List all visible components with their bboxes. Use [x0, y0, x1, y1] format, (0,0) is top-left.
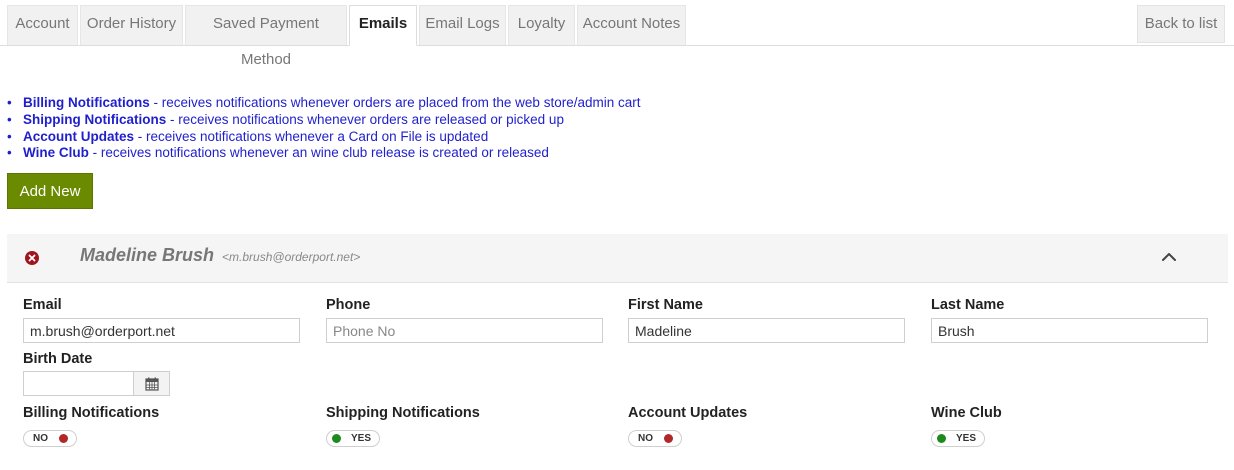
- legend-item-billing: • Billing Notifications - receives notifi…: [7, 95, 640, 112]
- phone-field[interactable]: [326, 318, 603, 343]
- delete-contact-icon[interactable]: [25, 251, 39, 265]
- calendar-button[interactable]: [133, 371, 170, 396]
- bullet-icon: •: [7, 95, 12, 110]
- first-name-field[interactable]: [628, 318, 905, 343]
- toggle-dot-icon: [937, 434, 946, 443]
- shipping-notifications-toggle[interactable]: YES: [326, 430, 380, 447]
- legend-term: Billing Notifications: [23, 95, 150, 110]
- first-name-label: First Name: [628, 297, 703, 313]
- shipping-notifications-label: Shipping Notifications: [326, 405, 480, 421]
- legend-item-wine-club: • Wine Club - receives notifications when…: [7, 145, 640, 162]
- tab-saved-payment-method[interactable]: Saved Payment Method: [185, 5, 347, 68]
- toggle-state: YES: [956, 433, 977, 444]
- phone-label: Phone: [326, 297, 371, 313]
- chevron-up-icon[interactable]: [1160, 250, 1178, 264]
- legend-term: Shipping Notifications: [23, 111, 167, 127]
- tab-bar: Account Order History Saved Payment Meth…: [0, 0, 1234, 68]
- billing-notifications-label: Billing Notifications: [23, 405, 160, 421]
- tab-email-logs[interactable]: Email Logs: [419, 5, 506, 45]
- account-updates-label: Account Updates: [628, 405, 748, 421]
- legend-desc: - receives notifications whenever an win…: [88, 145, 549, 161]
- toggle-dot-icon: [59, 434, 68, 443]
- tab-order-history[interactable]: Order History: [80, 5, 183, 45]
- email-label: Email: [23, 297, 62, 313]
- birth-date-field[interactable]: [23, 371, 134, 396]
- tab-divider: [0, 45, 1234, 46]
- legend-item-account: • Account Updates - receives notification…: [7, 129, 640, 146]
- account-updates-toggle[interactable]: NO: [628, 430, 682, 447]
- birth-date-label: Birth Date: [23, 351, 93, 367]
- wine-club-label: Wine Club: [931, 405, 1002, 421]
- last-name-field[interactable]: [931, 318, 1208, 343]
- notification-legend: • Billing Notifications - receives notifi…: [7, 95, 640, 162]
- tab-loyalty[interactable]: Loyalty: [508, 5, 575, 45]
- contact-email-display: <m.brush@orderport.net>: [222, 250, 361, 264]
- toggle-dot-icon: [332, 434, 341, 443]
- bullet-icon: •: [7, 145, 12, 161]
- legend-term: Wine Club: [23, 145, 89, 161]
- billing-notifications-toggle[interactable]: NO: [23, 430, 77, 447]
- legend-item-shipping: • Shipping Notifications - receives notif…: [7, 112, 640, 129]
- tab-emails[interactable]: Emails: [349, 5, 417, 46]
- calendar-icon: [145, 377, 159, 391]
- wine-club-toggle[interactable]: YES: [931, 430, 985, 447]
- contact-name: Madeline Brush: [80, 245, 215, 265]
- contact-title: Madeline Brush <m.brush@orderport.net>: [80, 245, 360, 266]
- bullet-icon: •: [7, 128, 12, 144]
- legend-desc: - receives notifications whenever orders…: [149, 95, 641, 110]
- tab-account[interactable]: Account: [7, 5, 78, 45]
- toggle-dot-icon: [664, 434, 673, 443]
- last-name-label: Last Name: [931, 297, 1005, 313]
- back-to-list-button[interactable]: Back to list: [1137, 5, 1225, 43]
- toggle-state: NO: [638, 433, 653, 444]
- email-field[interactable]: [23, 318, 300, 343]
- legend-desc: - receives notifications whenever a Card…: [134, 128, 489, 144]
- legend-term: Account Updates: [23, 128, 135, 144]
- toggle-state: YES: [351, 433, 372, 444]
- tab-account-notes[interactable]: Account Notes: [577, 5, 686, 45]
- legend-desc: - receives notifications whenever orders…: [166, 111, 564, 127]
- add-new-button[interactable]: Add New: [7, 173, 93, 209]
- bullet-icon: •: [7, 111, 12, 127]
- toggle-state: NO: [33, 433, 48, 444]
